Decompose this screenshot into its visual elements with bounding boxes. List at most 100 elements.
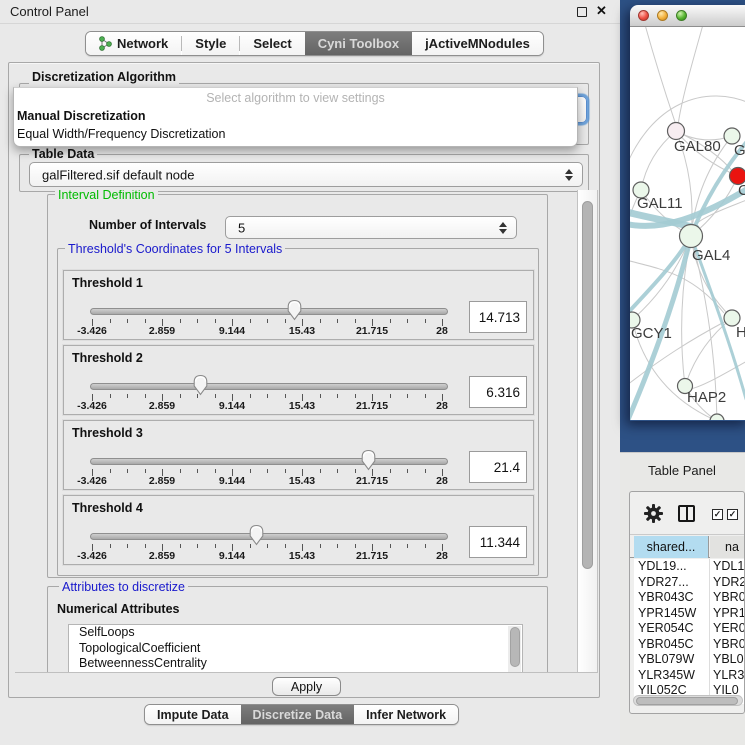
- attribute-list-item[interactable]: BetweennessCentrality: [69, 656, 522, 672]
- tab-infer-network[interactable]: Infer Network: [354, 705, 458, 724]
- attribute-list-item[interactable]: SelfLoops: [69, 625, 522, 641]
- slider-tick: [355, 319, 356, 323]
- slider-tick: [407, 544, 408, 548]
- table-panel-region: Table Panel ✓ ✓: [620, 452, 745, 745]
- cell-name: YER0: [713, 621, 745, 637]
- tab-discretize-data[interactable]: Discretize Data: [241, 705, 355, 724]
- slider-tick: [320, 544, 321, 548]
- tab-jactivemnodules[interactable]: jActiveMNodules: [412, 32, 543, 55]
- cell-name: YBR0: [713, 637, 745, 653]
- table-row[interactable]: YDL19...YDL1: [634, 559, 745, 575]
- top-tab-bar: Network Style SelectCyni ToolboxjActiveMNo…: [85, 31, 544, 56]
- table-row[interactable]: YPR145WYPR1: [634, 606, 745, 622]
- zoom-window-icon[interactable]: [676, 10, 687, 21]
- thresholds-group-title: Threshold's Coordinates for 5 Intervals: [65, 242, 285, 256]
- threshold-value-field[interactable]: 14.713: [469, 301, 527, 333]
- float-panel-icon[interactable]: [577, 7, 587, 17]
- table-data-group-title: Table Data: [29, 147, 97, 161]
- slider-track[interactable]: [90, 308, 448, 315]
- table-row[interactable]: YBL079WYBL0: [634, 652, 745, 668]
- gear-icon[interactable]: [643, 503, 664, 524]
- network-node-label: GAL11: [637, 195, 683, 212]
- panel-title: Control Panel: [10, 4, 89, 19]
- slider-tick: [145, 544, 146, 548]
- network-node-label: GAL80: [674, 138, 721, 155]
- slider-track[interactable]: [90, 458, 448, 465]
- table-panel-title: Table Panel: [648, 463, 716, 478]
- table-horizontal-scrollbar[interactable]: [633, 695, 743, 706]
- network-node-GAL80[interactable]: [668, 123, 685, 140]
- network-canvas[interactable]: GAL80GACGAL11GAL4HGCY1HAP2: [630, 27, 745, 420]
- network-node-label: GAL4: [692, 247, 730, 264]
- slider-tick-label: 2.859: [127, 475, 197, 487]
- slider-tick: [180, 394, 181, 398]
- scrollbar-thumb[interactable]: [582, 201, 593, 569]
- slider-track[interactable]: [90, 533, 448, 540]
- network-icon: [99, 36, 112, 51]
- cell-shared-name: YBL079W: [638, 652, 694, 668]
- slider-tick: [267, 319, 268, 323]
- slider-track[interactable]: [90, 383, 448, 390]
- table-row[interactable]: YDR27...YDR2: [634, 575, 745, 591]
- attributes-scrollbar[interactable]: [508, 626, 521, 673]
- slider-tick: [215, 469, 216, 473]
- network-node-GAL4[interactable]: [680, 225, 703, 248]
- slider-thumb[interactable]: [286, 299, 303, 321]
- slider-tick-label: 28: [407, 400, 477, 412]
- table-row[interactable]: YBR045CYBR0: [634, 637, 745, 653]
- slider-tick-label: 28: [407, 325, 477, 337]
- scrollbar-thumb[interactable]: [636, 697, 738, 705]
- tab-select[interactable]: Select: [240, 32, 304, 55]
- num-intervals-combobox[interactable]: 5: [225, 216, 517, 239]
- table-row[interactable]: YLR345WYLR3: [634, 668, 745, 684]
- cell-name: YPR1: [713, 606, 745, 622]
- slider-tick: [425, 544, 426, 548]
- slider-tick-label: 9.144: [197, 325, 267, 337]
- deselect-all-checkbox-icon[interactable]: ✓: [727, 509, 738, 520]
- slider-tick: [127, 544, 128, 548]
- threshold-value-field[interactable]: 6.316: [469, 376, 527, 408]
- threshold-label: Threshold 3: [72, 426, 143, 440]
- popup-option-equal-width-frequency[interactable]: Equal Width/Frequency Discretization: [14, 124, 577, 142]
- slider-tick: [180, 544, 181, 548]
- select-all-checkbox-icon[interactable]: ✓: [712, 509, 723, 520]
- slider-tick: [250, 394, 251, 398]
- slider-thumb[interactable]: [360, 449, 377, 471]
- slider-tick-label: 21.715: [337, 475, 407, 487]
- slider-thumb[interactable]: [192, 374, 209, 396]
- attribute-list-item[interactable]: TopologicalCoefficient: [69, 641, 522, 657]
- network-window-titlebar[interactable]: [630, 5, 745, 27]
- tab-cyni-toolbox[interactable]: Cyni Toolbox: [305, 32, 412, 55]
- slider-tick: [407, 394, 408, 398]
- tab-label: Style: [195, 36, 226, 51]
- network-window: GAL80GACGAL11GAL4HGCY1HAP2: [630, 5, 745, 421]
- table-data-combobox[interactable]: galFiltered.sif default node: [29, 162, 583, 187]
- tab-style[interactable]: Style: [182, 32, 239, 55]
- slider-tick: [145, 394, 146, 398]
- cell-name: YDL1: [713, 559, 744, 575]
- threshold-value-field[interactable]: 21.4: [469, 451, 527, 483]
- close-icon[interactable]: ✕: [596, 3, 607, 19]
- tab-impute-data[interactable]: Impute Data: [145, 705, 241, 724]
- popup-option-manual-discretization[interactable]: Manual Discretization: [14, 106, 577, 124]
- column-header-shared-name[interactable]: shared...: [634, 536, 709, 558]
- table-row[interactable]: YER054CYER0: [634, 621, 745, 637]
- numerical-attributes-list[interactable]: SelfLoopsTopologicalCoefficientBetweenne…: [68, 624, 523, 673]
- tab-network[interactable]: Network: [86, 32, 181, 55]
- network-node-n9[interactable]: [710, 414, 724, 420]
- slider-tick-label: 21.715: [337, 400, 407, 412]
- minimize-window-icon[interactable]: [657, 10, 668, 21]
- slider-tick-label: -3.426: [57, 400, 127, 412]
- table-row[interactable]: YBR043CYBR0: [634, 590, 745, 606]
- slider-tick: [285, 469, 286, 473]
- split-columns-icon[interactable]: [678, 505, 695, 522]
- slider-tick: [110, 544, 111, 548]
- settings-vertical-scrollbar[interactable]: [577, 190, 598, 673]
- column-header-name[interactable]: na: [710, 536, 745, 558]
- slider-thumb[interactable]: [248, 524, 265, 546]
- slider-tick: [425, 469, 426, 473]
- apply-button[interactable]: Apply: [272, 677, 341, 696]
- slider-tick-label: 2.859: [127, 550, 197, 562]
- close-window-icon[interactable]: [638, 10, 649, 21]
- threshold-value-field[interactable]: 11.344: [469, 526, 527, 558]
